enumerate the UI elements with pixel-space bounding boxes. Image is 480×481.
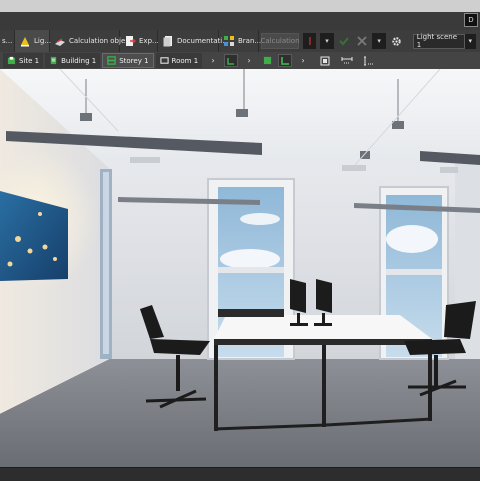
- title-bar: [0, 12, 480, 30]
- export-icon: [124, 35, 137, 47]
- main-toolbar: s... Lig... Calculation obje... Exp... D…: [0, 30, 480, 53]
- site-icon: [7, 56, 16, 65]
- breadcrumb-room[interactable]: Room 1: [155, 53, 203, 68]
- window-title-area: D: [0, 0, 480, 30]
- building-icon: [49, 56, 58, 65]
- tab-label: s...: [2, 37, 13, 45]
- horizontal-measure-icon[interactable]: [340, 54, 354, 67]
- breadcrumb-site[interactable]: Site 1: [3, 53, 44, 68]
- gear-icon[interactable]: [390, 33, 403, 49]
- green-square-icon[interactable]: [260, 54, 274, 67]
- tab-export[interactable]: Exp...: [120, 30, 159, 52]
- app-corner-icon[interactable]: D: [464, 13, 478, 27]
- storey-icon: [107, 56, 116, 65]
- tab-label: Lig...: [34, 37, 51, 45]
- light-scene-select[interactable]: Light scene 1: [412, 33, 465, 49]
- chevron-right-icon[interactable]: ›: [206, 54, 220, 67]
- navigation-bar: Site 1 Building 1 Storey 1 Room 1 › › ›: [0, 52, 480, 70]
- breadcrumb-label: Room 1: [171, 56, 199, 65]
- fit-view-icon[interactable]: [318, 54, 332, 67]
- light-icon: [19, 35, 31, 47]
- cancel-icon[interactable]: [355, 33, 368, 49]
- tab-light[interactable]: Lig...: [15, 30, 51, 52]
- status-bar: [0, 467, 480, 481]
- calculation-button[interactable]: Calculation: [260, 33, 300, 49]
- breadcrumb-label: Storey 1: [119, 56, 149, 65]
- tab-calculation-objects[interactable]: Calculation obje...: [50, 30, 132, 52]
- chevron-right-icon[interactable]: ›: [242, 54, 256, 67]
- tab-label: Exp...: [139, 37, 159, 45]
- documentation-icon: [162, 35, 174, 47]
- breadcrumb-building[interactable]: Building 1: [45, 53, 101, 68]
- branch-icon: [223, 35, 235, 47]
- calculation-dropdown[interactable]: ▾: [320, 33, 334, 49]
- floor-plan-icon[interactable]: [224, 54, 239, 67]
- room-render: [0, 69, 480, 467]
- calculation-object-icon: [54, 35, 66, 47]
- vertical-measure-icon[interactable]: [362, 54, 376, 67]
- tab-label: Bran...: [238, 37, 262, 45]
- corner-view-icon[interactable]: [278, 54, 293, 67]
- confirm-icon[interactable]: [338, 33, 351, 49]
- tab-previous[interactable]: s...: [0, 30, 15, 52]
- room-icon: [159, 56, 169, 65]
- 3d-viewport[interactable]: [0, 69, 480, 467]
- chevron-right-icon[interactable]: ›: [296, 54, 310, 67]
- cancel-dropdown[interactable]: ▾: [372, 33, 386, 49]
- tab-documentation[interactable]: Documentati...: [158, 30, 229, 52]
- tab-branch[interactable]: Bran...: [219, 30, 262, 52]
- stop-button[interactable]: [303, 33, 317, 49]
- light-scene-dropdown[interactable]: ▾: [464, 33, 477, 49]
- breadcrumb-label: Site 1: [19, 56, 40, 65]
- breadcrumb-storey[interactable]: Storey 1: [102, 53, 154, 68]
- breadcrumb-label: Building 1: [61, 56, 97, 65]
